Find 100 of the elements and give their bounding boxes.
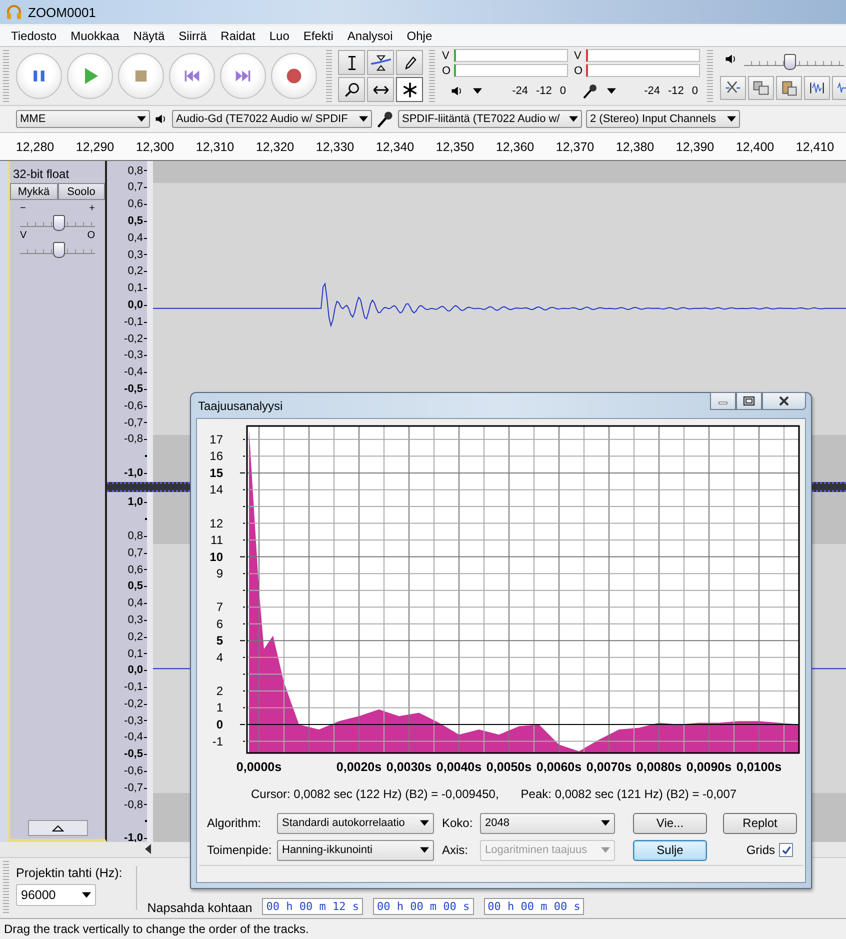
axis-label: Axis: [442,843,470,857]
amplitude-label: -0,1 [124,680,144,696]
function-label: Toimenpide: [207,843,273,857]
amplitude-label: -0,5 [124,747,144,762]
timeline-label: 12,290 [74,140,116,154]
size-select[interactable]: 2048 [480,812,615,834]
y-tick-label: 4 [216,650,223,664]
meter-scale-label: 0 [560,85,566,97]
peak-readout: Peak: 0,0082 sec (121 Hz) (B2) = -0,007 [520,787,737,801]
amplitude-label: -0,2 [124,696,144,712]
host-select[interactable]: MME [16,110,150,128]
timeline-label: 12,340 [374,140,416,154]
x-tick-label: 0,0000s [236,760,282,774]
mute-button[interactable]: Mykkä [10,183,58,200]
input-channels-select[interactable]: 2 (Stereo) Input Channels [586,110,740,128]
amplitude-label: 0,4 [128,230,144,246]
x-tick-label: 0,0080s [636,760,682,774]
solo-button[interactable]: Soolo [58,183,105,200]
timeline-ruler[interactable]: 12,280 12,290 12,300 12,310 12,320 12,330 12,340 12,350 12,360 12,370 12,380 12,390 12,400 12,410 [0,133,846,161]
time-field[interactable]: 00 h 00 m 00 s [372,898,474,915]
menu-item[interactable]: Muokkaa [64,29,126,43]
y-tick-label: 0 [216,718,223,732]
size-label: Koko: [442,816,474,830]
time-field[interactable]: 00 h 00 m 12 s [262,898,363,915]
dialog-title: Taajuusanalyysi [198,398,283,412]
x-tick-label: 0,0100s [736,760,782,774]
timeline-label: 12,280 [14,140,56,154]
x-tick-label: 0,0040s [436,760,482,774]
menu-item[interactable]: Luo [262,29,296,43]
amplitude-label: -0,4 [124,730,144,746]
y-tick-label: 12 [210,516,223,530]
amplitude-label: 0,0 [128,298,144,313]
snap-label: Napsahda kohtaan [147,901,252,915]
timeline-label: 12,310 [194,140,236,154]
timeline-label: 12,380 [614,140,656,154]
output-device-select[interactable]: Audio-Gd (TE7022 Audio w/ SPDIF [172,110,372,128]
amplitude-label: -0,8 [124,432,144,448]
time-field[interactable]: 00 h 00 m 00 s [484,898,584,915]
amplitude-label: -0,5 [124,382,144,397]
amplitude-label: 0,5 [128,579,144,594]
timeline-label: 12,410 [794,140,836,154]
replot-button[interactable]: Replot [723,812,797,834]
menu-item[interactable]: Analysoi [340,29,400,43]
amplitude-label: -0,6 [124,398,144,414]
amplitude-label: 0,2 [128,264,144,280]
menu-item[interactable]: Efekti [296,29,340,43]
amplitude-label: 0,2 [128,630,144,645]
amplitude-label: 0,3 [128,612,144,628]
timeline-label: 12,360 [494,140,536,154]
amplitude-label: -0,4 [124,365,144,380]
window-title: ZOOM0001 [28,4,96,20]
grids-label: Grids [746,843,775,857]
timeline-label: 12,370 [554,140,596,154]
amplitude-label: -0,2 [124,332,144,347]
y-tick-label: 15 [210,466,223,480]
amplitude-label: 0,7 [128,546,144,561]
timeline-label: 12,390 [674,140,716,154]
y-tick-label: 16 [210,449,223,464]
cursor-readout: Cursor: 0,0082 sec (122 Hz) (B2) = -0,009450, [251,787,499,801]
rate-select[interactable]: 96000 [16,884,96,906]
close-dialog-button[interactable]: Sulje [633,840,707,860]
menu-item[interactable]: Tiedosto [4,29,64,43]
slider-label: V [20,231,27,241]
meter-scale-label: 0 [692,85,698,97]
y-tick-label: 14 [210,482,223,497]
track-format: 32-bit float [12,167,70,183]
menu-item[interactable]: Raidat [214,29,262,43]
y-tick-label: 10 [210,550,223,564]
y-tick-label: 17 [210,432,223,446]
amplitude-label: 1,0 [128,495,144,510]
amplitude-label: 0,1 [128,646,144,662]
channel-label: O [574,64,584,76]
menu-item[interactable]: Ohje [400,29,440,43]
amplitude-label: 0,7 [128,180,144,196]
y-tick-label: 7 [216,600,223,614]
meter-scale-label: -24 [512,85,528,97]
timeline-label: 12,300 [134,140,176,154]
amplitude-label: 0,4 [128,596,144,612]
x-tick-label: 0,0030s [386,760,432,774]
menu-item[interactable]: Näytä [126,29,172,43]
amplitude-label: 0,8 [128,164,144,179]
algorithm-select[interactable]: Standardi autokorrelaatio [277,812,434,834]
rate-label: Projektin tahti (Hz): [16,866,122,880]
x-tick-label: 0,0070s [586,760,632,774]
x-tick-label: 0,0090s [686,760,732,774]
amplitude-label: -0,7 [124,780,144,796]
menu-item[interactable]: Siirrä [172,29,214,43]
slider-label: + [89,204,95,214]
status-text: Drag the track vertically to change the order of the tracks. [4,922,309,936]
input-device-select[interactable]: SPDIF-liitäntä (TE7022 Audio w/ [398,110,582,128]
amplitude-label: 0,5 [128,214,144,229]
function-select[interactable]: Hanning-ikkunointi [277,840,434,860]
timeline-label: 12,400 [734,140,776,154]
amplitude-label: -0,1 [124,314,144,330]
y-tick-label: 11 [210,533,223,548]
amplitude-label: -1,0 [124,831,144,846]
slider-label: − [20,204,26,214]
amplitude-label: -0,8 [124,798,144,813]
amplitude-label: 0,0 [128,663,144,678]
export-button[interactable]: Vie... [633,812,707,834]
